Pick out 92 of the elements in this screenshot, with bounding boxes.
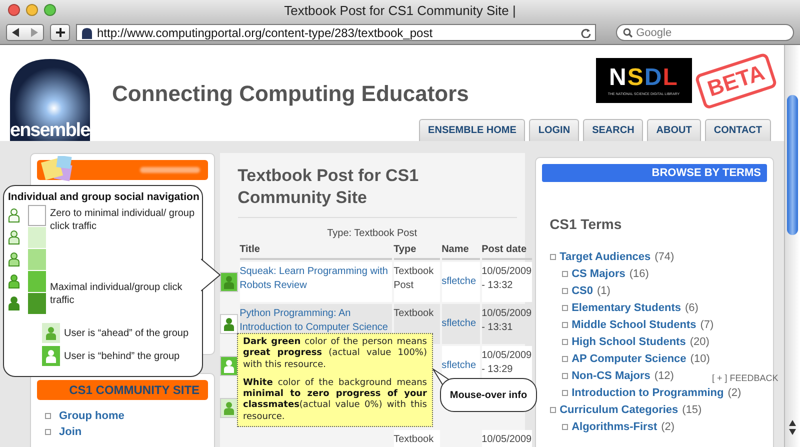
reload-icon[interactable] (581, 28, 591, 38)
date-cell: 10/05/2009 - 13:32 (482, 262, 532, 302)
scrollbar-thumb[interactable] (787, 95, 798, 235)
column-header: Type (394, 242, 440, 260)
term-link[interactable]: Middle School Students (572, 318, 696, 330)
bullet-icon (562, 322, 568, 328)
bullet-icon (562, 288, 568, 294)
minimize-button[interactable] (26, 4, 38, 16)
date-cell: 10/05/2009 - 13:31 (482, 304, 532, 344)
forward-icon (30, 28, 38, 37)
term-count: (16) (629, 268, 649, 280)
bullet-icon (562, 372, 568, 378)
term-link[interactable]: CS Majors (572, 268, 626, 280)
table-caption: Type: Textbook Post (326, 228, 418, 239)
url-text: http://www.computingportal.org/content-type/283/textbook_post (97, 26, 434, 40)
back-icon (12, 28, 20, 37)
legend-label: User is “behind” the group (64, 350, 180, 362)
plus-icon (56, 28, 64, 37)
legend-label: Zero to minimal individual/ group click traffic (50, 207, 196, 234)
bullet-icon (562, 390, 568, 396)
term-link[interactable]: Target Audiences (560, 250, 651, 262)
term-count: (1) (596, 284, 610, 296)
nav-tab[interactable]: ABOUT (647, 119, 701, 141)
bullet-icon (45, 413, 51, 419)
group-link[interactable]: Group home (59, 410, 124, 422)
logo-text: ensemble (10, 121, 90, 141)
window-title: Textbook Post for CS1 Community Site | (283, 3, 517, 18)
term-link[interactable]: AP Computer Science (572, 352, 686, 364)
column-header: Title (240, 242, 392, 260)
legend-title: Individual and group social navigation (8, 191, 198, 203)
bullet-icon (562, 356, 568, 362)
block-header: BROWSE BY TERMS (542, 164, 767, 182)
term-count: (20) (690, 336, 710, 348)
term-link[interactable]: Elementary Students (572, 302, 681, 314)
term-count: (74) (654, 250, 674, 262)
zoom-button[interactable] (44, 4, 56, 16)
nav-tab[interactable]: SEARCH (583, 119, 644, 141)
terms-heading: CS1 Terms (550, 216, 623, 232)
tooltip-text: White color of the background means minimal to zero progress of your classmates(actual value 0%) with this resource. (243, 378, 427, 424)
bullet-icon (562, 424, 568, 430)
mouse-over-callout: Mouse-over info (440, 378, 537, 412)
term-count: (2) (728, 386, 742, 398)
blurred-label (140, 167, 200, 173)
beta-stamp: BETA (694, 52, 778, 110)
address-field[interactable]: http://www.computingportal.org/content-type/283/textbook_post (76, 24, 596, 41)
bullet-icon (562, 338, 568, 344)
bullet-icon (550, 406, 556, 412)
term-count: (12) (654, 370, 674, 382)
bullet-icon (550, 254, 556, 260)
page-title: Textbook Post for CS1 Community Site (238, 165, 517, 218)
close-button[interactable] (8, 4, 20, 16)
term-count: (10) (690, 352, 710, 364)
add-bookmark-button[interactable] (50, 24, 70, 41)
scroll-down-icon[interactable] (789, 429, 796, 435)
term-link[interactable]: High School Students (572, 336, 686, 348)
name-cell[interactable]: sfletche (442, 304, 480, 344)
nav-tab[interactable]: CONTACT (704, 119, 771, 141)
bullet-icon (45, 429, 51, 435)
term-count: (6) (684, 302, 698, 314)
term-count: (2) (661, 420, 675, 432)
term-link[interactable]: Curriculum Categories (560, 404, 678, 416)
date-cell: 10/05/2009 (482, 430, 532, 447)
term-link[interactable]: Introduction to Programming (572, 386, 724, 398)
feedback-link[interactable]: [ + ] FEEDBACK (712, 373, 778, 383)
legend-label: User is “ahead” of the group (64, 328, 189, 338)
term-link[interactable]: Algorithms-First (572, 420, 658, 432)
block-title: CS1 COMMUNITY SITE (69, 383, 200, 397)
bullet-icon (562, 270, 568, 276)
type-cell: Textbook (394, 430, 440, 447)
term-count: (15) (682, 404, 702, 416)
title-cell[interactable]: Squeak: Learn Programming with Robots Review (240, 262, 392, 302)
column-header: Name (442, 242, 480, 260)
site-icon (81, 26, 93, 38)
site-heading: Connecting Computing Educators (112, 81, 470, 107)
legend-label: Maximal individual/group click traffic (50, 281, 184, 308)
back-forward-button[interactable] (6, 24, 44, 41)
search-input[interactable]: Google (636, 26, 787, 38)
type-cell: Textbook Post (394, 262, 440, 302)
logo-letters: NSDL (609, 66, 678, 90)
nav-tab[interactable]: LOGIN (529, 119, 580, 141)
name-cell[interactable]: sfletche (442, 262, 480, 302)
search-icon (623, 28, 634, 38)
scroll-up-icon[interactable] (789, 420, 796, 426)
nav-tab[interactable]: ENSEMBLE HOME (419, 119, 526, 141)
scrollbar[interactable] (784, 45, 800, 447)
search-field[interactable]: Google (616, 24, 794, 41)
bullet-icon (562, 304, 568, 310)
term-link[interactable]: Non-CS Majors (572, 370, 650, 382)
column-header: Post date (482, 242, 532, 260)
term-count: (7) (700, 318, 714, 330)
group-link[interactable]: Join (59, 426, 82, 438)
term-link[interactable]: CS0 (572, 284, 593, 296)
